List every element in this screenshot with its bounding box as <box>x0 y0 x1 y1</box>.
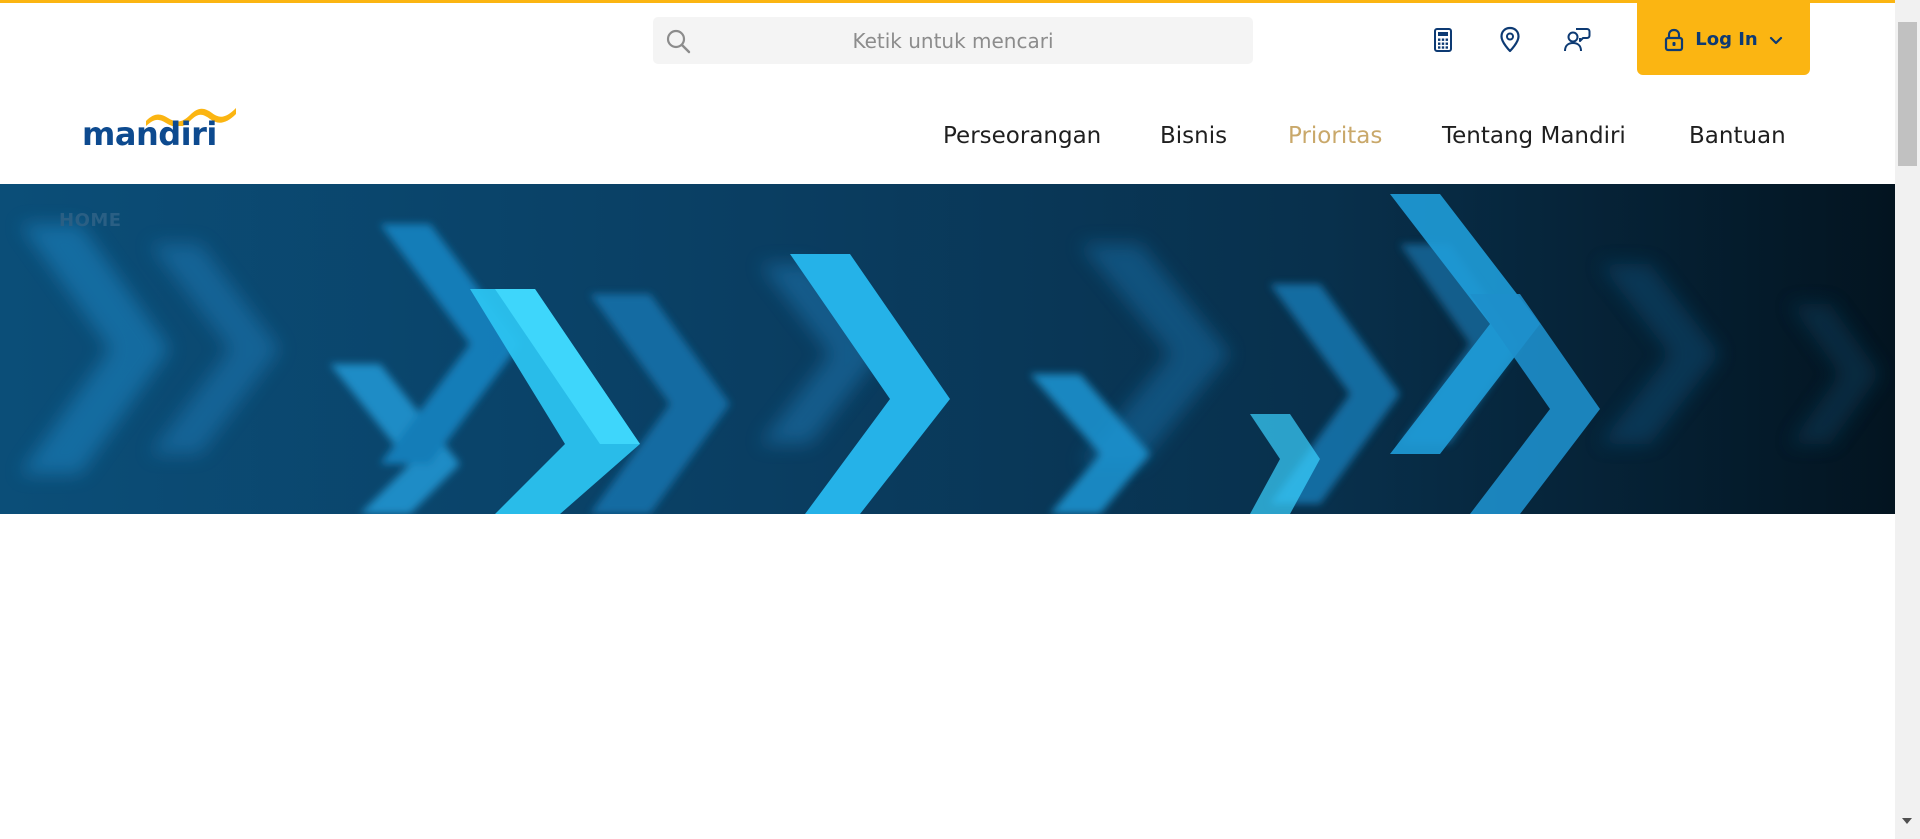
vertical-scrollbar[interactable] <box>1895 0 1920 839</box>
login-button[interactable]: Log In <box>1637 0 1810 75</box>
mandiri-logo[interactable]: mandiri <box>82 104 242 156</box>
calculator-icon[interactable] <box>1427 24 1459 56</box>
search-input[interactable] <box>703 17 1203 64</box>
location-pin-icon[interactable] <box>1494 24 1526 56</box>
search-box[interactable] <box>653 17 1253 64</box>
customer-support-icon[interactable] <box>1561 24 1593 56</box>
search-icon[interactable] <box>665 28 691 54</box>
lock-icon <box>1665 28 1684 51</box>
nav-item-perseorangan[interactable]: Perseorangan <box>943 118 1101 154</box>
breadcrumb-home[interactable]: HOME <box>59 210 122 231</box>
nav-item-tentang-mandiri[interactable]: Tentang Mandiri <box>1442 118 1626 154</box>
logo-text: mandiri <box>82 115 217 153</box>
login-label: Log In <box>1695 29 1758 50</box>
scroll-down-arrow-icon[interactable] <box>1902 818 1912 824</box>
page: Log In mandiri Perseorangan Bisnis Prior… <box>0 0 1920 839</box>
top-accent-bar <box>0 0 1895 3</box>
hero-banner: HOME <box>0 184 1895 514</box>
nav-item-bantuan[interactable]: Bantuan <box>1689 118 1786 154</box>
scrollbar-thumb[interactable] <box>1898 22 1917 166</box>
chevron-down-icon <box>1769 36 1782 44</box>
nav-item-prioritas[interactable]: Prioritas <box>1288 118 1382 154</box>
nav-item-bisnis[interactable]: Bisnis <box>1160 118 1227 154</box>
hero-chevron-graphic <box>20 194 1880 514</box>
